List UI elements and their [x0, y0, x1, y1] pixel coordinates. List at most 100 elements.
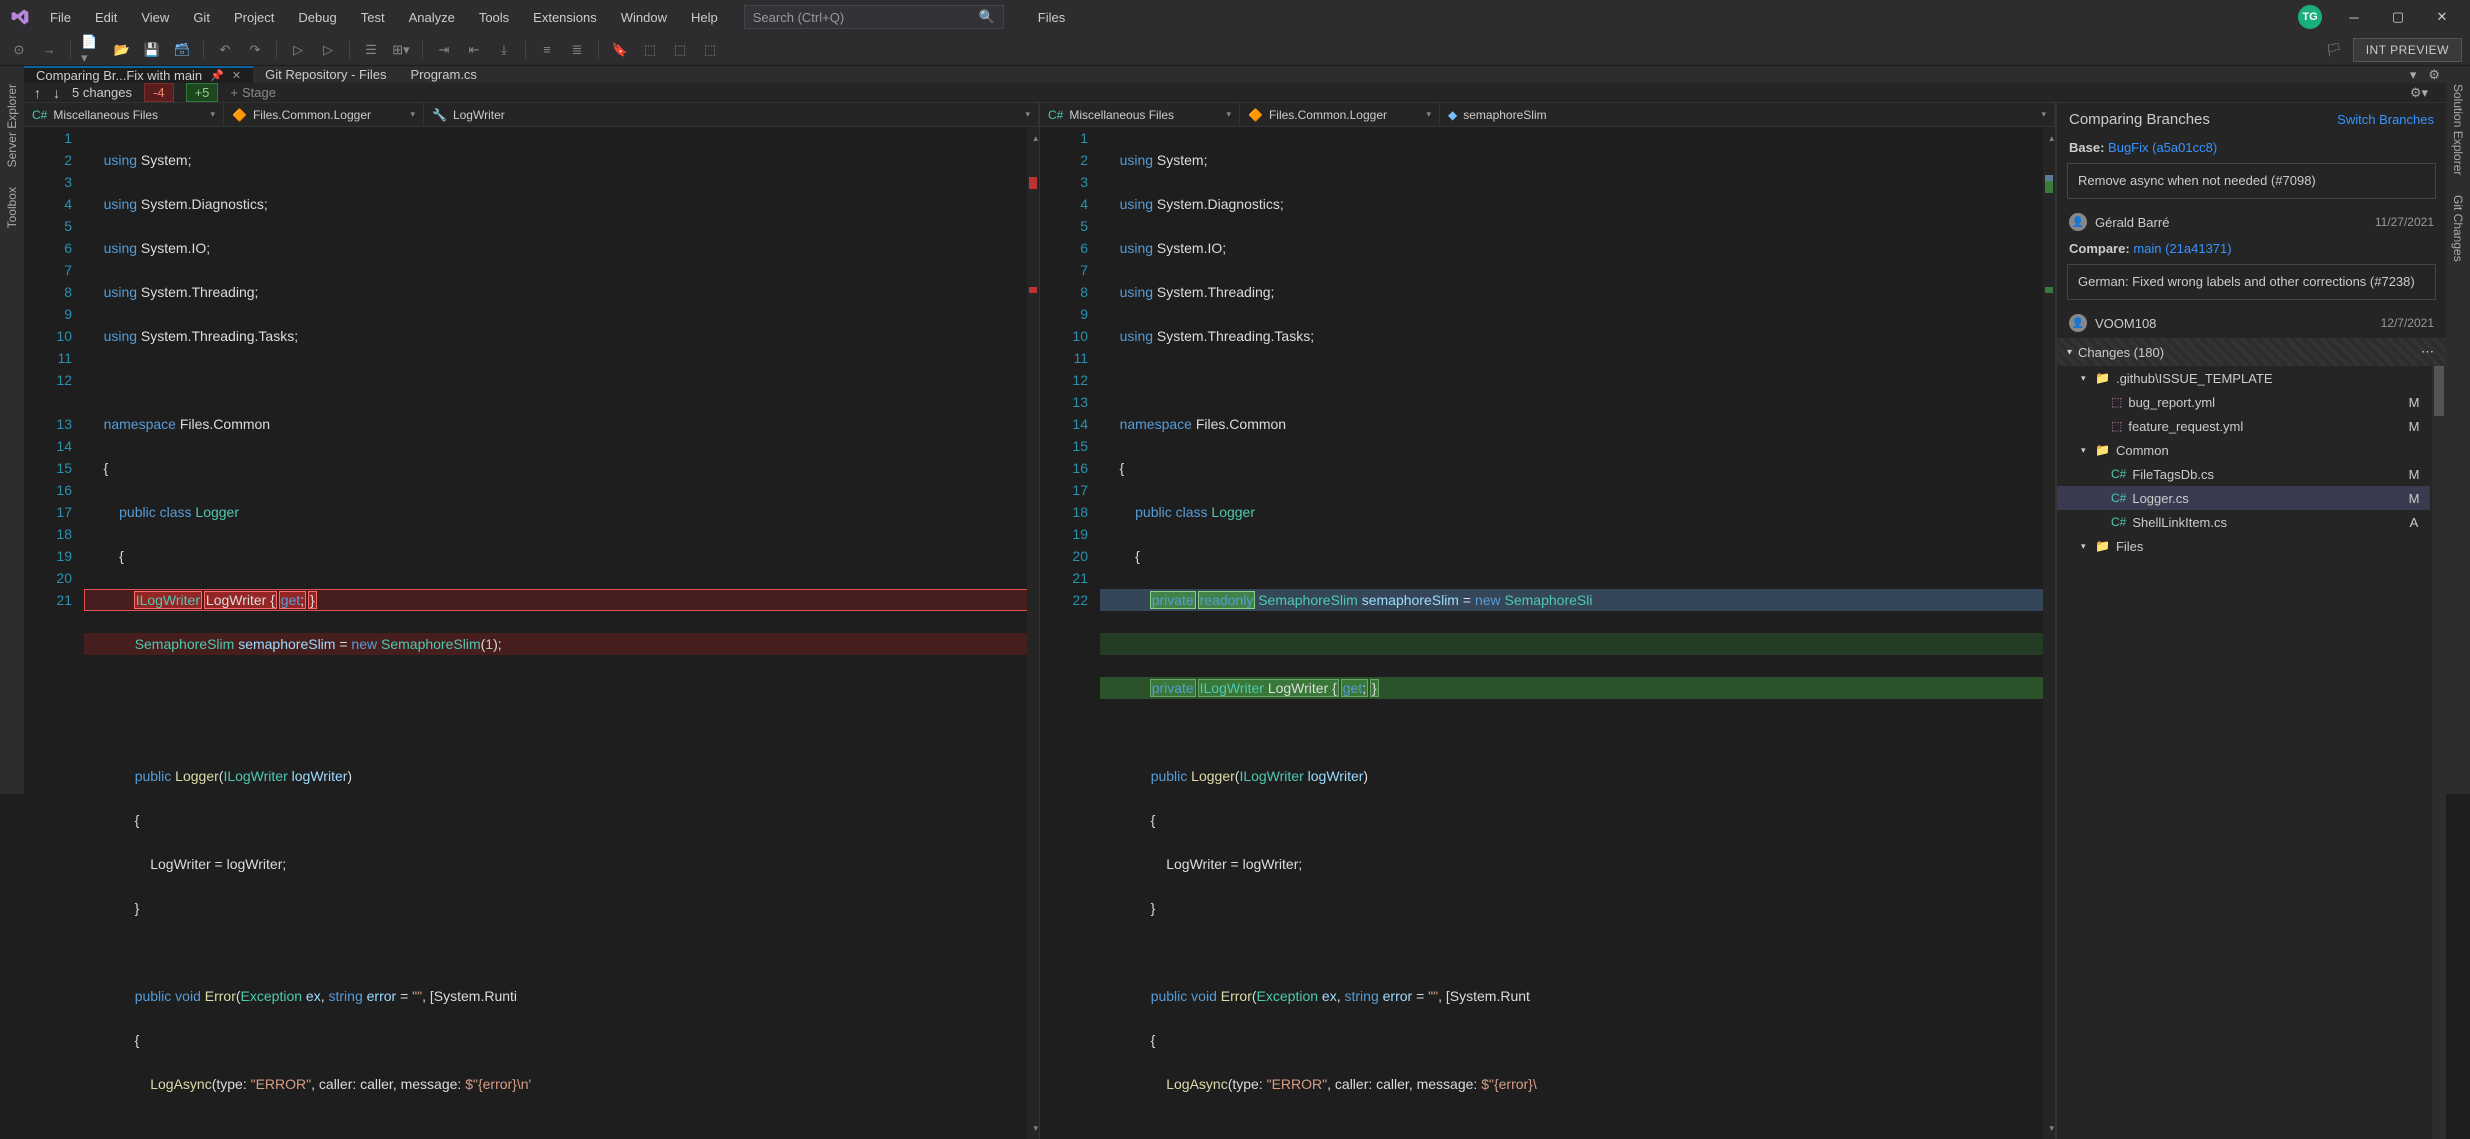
tree-row[interactable]: C#Logger.csM — [2057, 486, 2430, 510]
tree-row[interactable]: ▾📁Files — [2057, 534, 2430, 558]
compare-label: Compare: — [2069, 241, 2130, 256]
global-search-input[interactable]: Search (Ctrl+Q) 🔍 — [744, 5, 1004, 29]
tab-git-repository[interactable]: Git Repository - Files — [253, 66, 398, 83]
menu-debug[interactable]: Debug — [288, 6, 346, 29]
tree-row[interactable]: ⬚bug_report.ymlM — [2057, 390, 2430, 414]
tab-program-cs[interactable]: Program.cs — [398, 66, 488, 83]
changes-tree[interactable]: ▾📁.github\ISSUE_TEMPLATE⬚bug_report.ymlM… — [2057, 366, 2446, 1139]
step-icon-3[interactable]: ⤓ — [493, 39, 515, 61]
stage-button[interactable]: +Stage — [230, 85, 276, 100]
chevron-down-icon: ▾ — [2067, 347, 2072, 358]
diff-settings-icon[interactable]: ⚙▾ — [2410, 85, 2436, 101]
bookmark-next-icon[interactable]: ⬚ — [669, 39, 691, 61]
window-maximize-button[interactable]: ▢ — [2378, 2, 2418, 32]
menu-edit[interactable]: Edit — [85, 6, 127, 29]
save-button[interactable]: 💾 — [141, 39, 163, 61]
left-code-editor[interactable]: 123456789101112131415161718192021 using … — [24, 127, 1039, 1139]
right-scope-dropdown[interactable]: C#Miscellaneous Files▾ — [1040, 103, 1240, 126]
changes-section-header[interactable]: ▾ Changes (180) ⋯ — [2057, 338, 2446, 366]
right-gutter: 12345678910111213141516171819202122 — [1040, 127, 1100, 1139]
git-changes-tab[interactable]: Git Changes — [2449, 185, 2467, 272]
toolbar-icon-2[interactable]: ⊞▾ — [390, 39, 412, 61]
toolbox-tab[interactable]: Toolbox — [3, 177, 21, 238]
scroll-down-icon[interactable]: ▾ — [1033, 1117, 1038, 1139]
tab-dropdown-icon[interactable]: ▾ — [2404, 67, 2423, 83]
left-scope-dropdown[interactable]: C#Miscellaneous Files▾ — [24, 103, 224, 126]
right-nav-bar: C#Miscellaneous Files▾ 🔶Files.Common.Log… — [1040, 103, 2055, 127]
bookmark-clear-icon[interactable]: ⬚ — [699, 39, 721, 61]
compare-title: Comparing Branches — [2069, 111, 2210, 128]
toolbar-icon-1[interactable]: ☰ — [360, 39, 382, 61]
menu-help[interactable]: Help — [681, 6, 728, 29]
nav-forward-button[interactable]: → — [38, 39, 60, 61]
window-minimize-button[interactable]: ─ — [2334, 2, 2374, 32]
main-toolbar: ⊙ → 📄▾ 📂 💾 🗃 ↶ ↷ ▷ ▷ ☰ ⊞▾ ⇥ ⇤ ⤓ ≡ ≣ 🔖 ⬚ … — [0, 34, 2470, 66]
compare-date: 12/7/2021 — [2381, 316, 2434, 330]
menu-tools[interactable]: Tools — [469, 6, 519, 29]
close-icon[interactable]: ✕ — [232, 69, 241, 82]
preview-badge[interactable]: INT PREVIEW — [2353, 38, 2462, 62]
pin-icon[interactable]: 📌 — [210, 69, 224, 82]
compare-branch-link[interactable]: main (21a41371) — [2133, 241, 2231, 256]
menu-project[interactable]: Project — [224, 6, 284, 29]
bookmark-prev-icon[interactable]: ⬚ — [639, 39, 661, 61]
more-menu-icon[interactable]: ⋯ — [2421, 344, 2436, 360]
left-gutter: 123456789101112131415161718192021 — [24, 127, 84, 1139]
window-close-button[interactable]: ✕ — [2422, 2, 2462, 32]
right-namespace-dropdown[interactable]: 🔶Files.Common.Logger▾ — [1240, 103, 1440, 126]
scroll-down-icon[interactable]: ▾ — [2049, 1117, 2054, 1139]
compare-author: VOOM108 — [2095, 316, 2373, 331]
bookmark-icon[interactable]: 🔖 — [609, 39, 631, 61]
tree-scrollbar[interactable] — [2432, 366, 2446, 1139]
step-icon-1[interactable]: ⇥ — [433, 39, 455, 61]
prev-change-button[interactable]: ↑ — [34, 85, 41, 101]
server-explorer-tab[interactable]: Server Explorer — [3, 74, 21, 177]
menu-extensions[interactable]: Extensions — [523, 6, 607, 29]
switch-branches-link[interactable]: Switch Branches — [2337, 112, 2434, 127]
menu-view[interactable]: View — [131, 6, 179, 29]
redo-button[interactable]: ↷ — [244, 39, 266, 61]
menu-analyze[interactable]: Analyze — [399, 6, 465, 29]
scroll-up-icon[interactable]: ▴ — [2049, 127, 2054, 149]
file-status: M — [2406, 491, 2422, 506]
outline-icon-2[interactable]: ≣ — [566, 39, 588, 61]
tree-row[interactable]: ▾📁Common — [2057, 438, 2430, 462]
base-branch-link[interactable]: BugFix (a5a01cc8) — [2108, 140, 2217, 155]
outline-icon-1[interactable]: ≡ — [536, 39, 558, 61]
right-overview-ruler[interactable]: ▴ ▾ — [2043, 127, 2055, 1139]
menu-window[interactable]: Window — [611, 6, 677, 29]
tab-comparing-branches[interactable]: Comparing Br...Fix with main 📌 ✕ — [24, 66, 253, 83]
save-all-button[interactable]: 🗃 — [171, 39, 193, 61]
left-member-dropdown[interactable]: 🔧LogWriter▾ — [424, 103, 1039, 126]
deletions-badge: -4 — [144, 83, 174, 102]
run-button[interactable]: ▷ — [287, 39, 309, 61]
file-name: bug_report.yml — [2128, 395, 2406, 410]
menu-files-extra[interactable]: Files — [1028, 6, 1075, 29]
file-name: .github\ISSUE_TEMPLATE — [2116, 371, 2422, 386]
tree-row[interactable]: C#FileTagsDb.csM — [2057, 462, 2430, 486]
tab-label: Program.cs — [410, 67, 476, 82]
tree-row[interactable]: ⬚feature_request.ymlM — [2057, 414, 2430, 438]
right-code-editor[interactable]: 12345678910111213141516171819202122 usin… — [1040, 127, 2055, 1139]
nav-back-button[interactable]: ⊙ — [8, 39, 30, 61]
menu-git[interactable]: Git — [183, 6, 220, 29]
right-member-dropdown[interactable]: ◆semaphoreSlim▾ — [1440, 103, 2055, 126]
step-icon-2[interactable]: ⇤ — [463, 39, 485, 61]
left-overview-ruler[interactable]: ▴ ▾ — [1027, 127, 1039, 1139]
feedback-icon[interactable]: 🏳 — [2323, 39, 2345, 61]
next-change-button[interactable]: ↓ — [53, 85, 60, 101]
menu-file[interactable]: File — [40, 6, 81, 29]
menu-test[interactable]: Test — [351, 6, 395, 29]
open-file-button[interactable]: 📂 — [111, 39, 133, 61]
user-avatar[interactable]: TG — [2298, 5, 2322, 29]
left-namespace-dropdown[interactable]: 🔶Files.Common.Logger▾ — [224, 103, 424, 126]
run-dotted-button[interactable]: ▷ — [317, 39, 339, 61]
undo-button[interactable]: ↶ — [214, 39, 236, 61]
scroll-up-icon[interactable]: ▴ — [1033, 127, 1038, 149]
tree-row[interactable]: ▾📁.github\ISSUE_TEMPLATE — [2057, 366, 2430, 390]
tree-row[interactable]: C#ShellLinkItem.csA — [2057, 510, 2430, 534]
tab-gear-icon[interactable]: ⚙ — [2422, 67, 2446, 83]
right-diff-pane: C#Miscellaneous Files▾ 🔶Files.Common.Log… — [1040, 103, 2056, 1139]
new-item-button[interactable]: 📄▾ — [81, 39, 103, 61]
solution-explorer-tab[interactable]: Solution Explorer — [2449, 74, 2467, 185]
